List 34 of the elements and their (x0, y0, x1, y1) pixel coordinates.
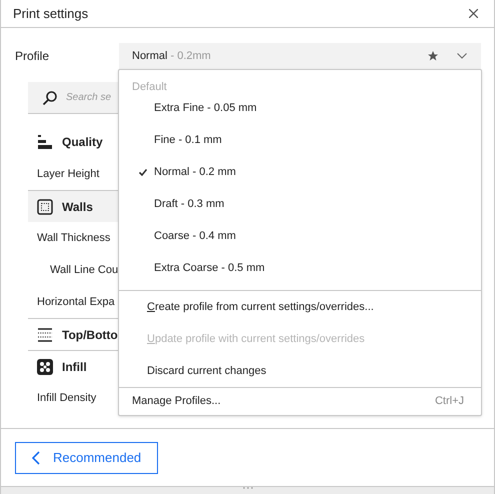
menu-item[interactable]: Draft - 0.3 mm (119, 188, 481, 220)
search-icon (42, 90, 58, 106)
profile-label: Profile (15, 48, 50, 65)
layers-icon (37, 134, 53, 150)
menu-item[interactable]: Manage Profiles... (132, 393, 221, 410)
menu-item[interactable]: Coarse - 0.4 mm (119, 220, 481, 252)
setting-label: Infill Density (36, 390, 96, 406)
setting-label: Layer Height (36, 166, 100, 182)
menu-item[interactable]: Extra Coarse - 0.5 mm (119, 252, 481, 284)
menu-item[interactable]: Extra Fine - 0.05 mm (119, 92, 481, 124)
dotted-square-icon (37, 198, 53, 214)
close-icon[interactable] (469, 9, 478, 18)
menu-item[interactable]: Normal - 0.2 mm (119, 156, 481, 188)
menu-item[interactable]: Fine - 0.1 mm (119, 124, 481, 156)
menu-item[interactable]: Discard current changes (119, 355, 481, 387)
chevron-down-icon (457, 53, 467, 59)
shortcut-label: Ctrl+J (434, 394, 464, 410)
dotted-lines-icon (37, 326, 53, 342)
star-icon[interactable] (427, 50, 439, 62)
menu-item[interactable]: Create profile from current settings/overrides... (119, 291, 481, 323)
category-title: Walls (62, 198, 93, 216)
window-title: Print settings (13, 4, 88, 23)
setting-label: Wall Thickness (36, 230, 110, 246)
recommended-button[interactable]: Recommended (15, 442, 158, 474)
setting-label: Horizontal Expa (36, 294, 115, 310)
category-title: Infill (62, 358, 87, 376)
profile-dropdown[interactable]: Normal - 0.2mm (119, 43, 481, 69)
infill-pattern-icon (37, 358, 53, 374)
chevron-left-icon (32, 450, 40, 464)
category-title: Quality (62, 134, 103, 151)
category-title: Top/Botto (62, 326, 118, 344)
search-field[interactable]: Search se (66, 90, 114, 105)
section-label: Default (131, 80, 168, 92)
setting-label: Wall Line Cou (49, 262, 118, 278)
